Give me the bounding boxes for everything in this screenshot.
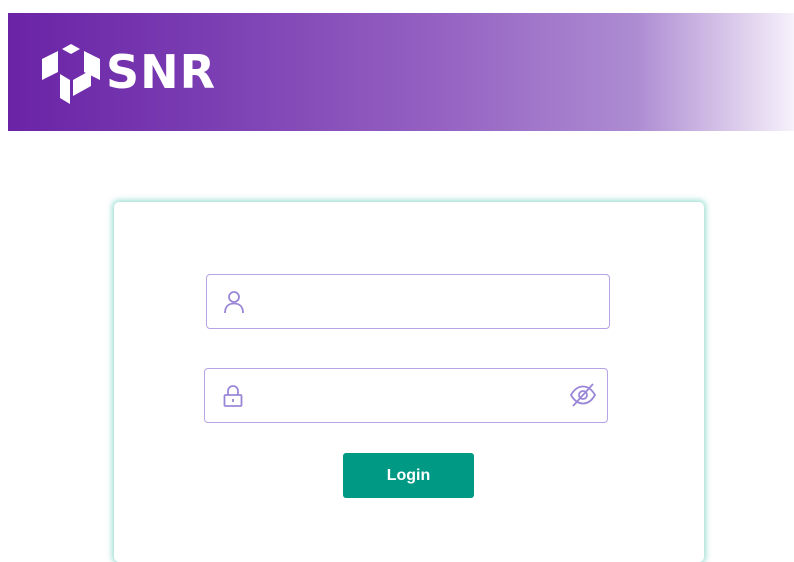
login-button[interactable]: Login [343, 453, 474, 498]
login-card: Login [114, 202, 704, 562]
password-field[interactable] [204, 368, 608, 423]
brand-logo: SNR [42, 38, 216, 106]
lock-icon [223, 385, 243, 407]
cube-logo-icon [42, 44, 100, 104]
password-input[interactable] [255, 369, 555, 422]
username-input[interactable] [257, 275, 557, 328]
eye-slash-icon[interactable] [569, 382, 597, 408]
username-field[interactable] [206, 274, 610, 329]
user-icon [224, 291, 244, 314]
brand-name: SNR [106, 45, 217, 99]
header-banner: SNR [8, 13, 794, 131]
